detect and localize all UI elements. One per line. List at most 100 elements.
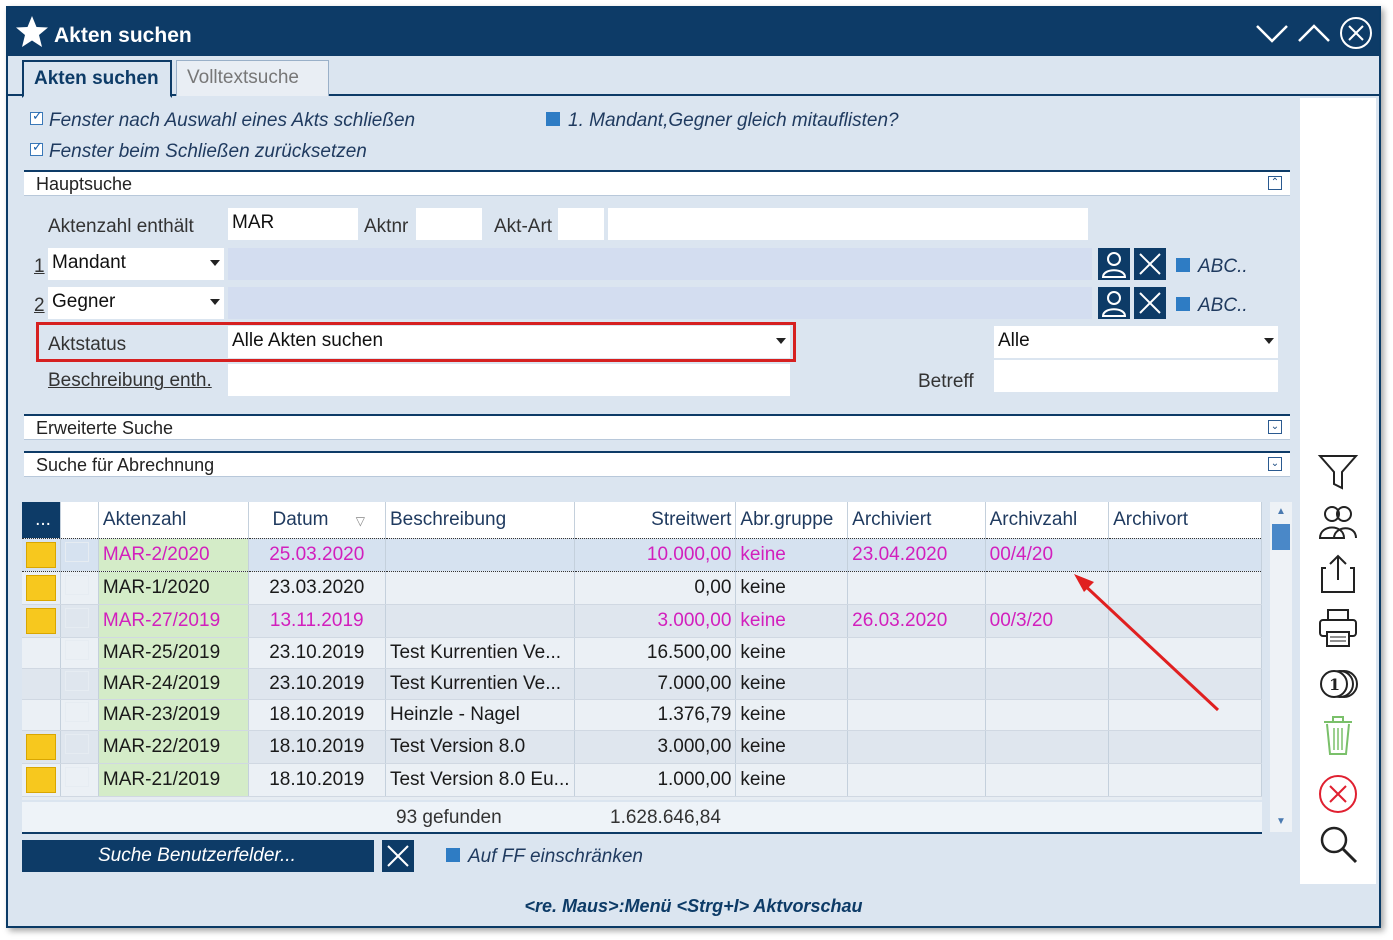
sort-desc-icon: ▽ xyxy=(355,513,365,528)
chevron-down-icon[interactable] xyxy=(1254,16,1290,50)
ff-restrict-option[interactable]: Auf FF einschränken xyxy=(446,846,643,868)
expand-icon[interactable]: ⌄ xyxy=(1268,457,1282,471)
note-cell[interactable] xyxy=(22,763,61,797)
note-icon[interactable] xyxy=(26,733,56,760)
scroll-thumb[interactable] xyxy=(1272,524,1290,550)
note-cell[interactable] xyxy=(22,668,61,700)
clear-icon[interactable] xyxy=(382,840,414,872)
section-title: Hauptsuche xyxy=(36,174,133,194)
tab-volltextsuche[interactable]: Volltextsuche xyxy=(176,60,329,96)
scroll-up-icon[interactable]: ▲ xyxy=(1276,506,1286,517)
checkbox[interactable] xyxy=(546,111,560,126)
note-icon[interactable] xyxy=(26,607,56,634)
aktnr-input[interactable] xyxy=(416,208,482,240)
grid-scrollbar[interactable]: ▲ ▼ xyxy=(1270,502,1292,832)
table-row[interactable]: MAR-27/2019 13.11.2019 3.000,00 keine 26.03.… xyxy=(22,604,1262,638)
party1-role-select[interactable]: Mandant xyxy=(48,248,224,280)
dropdown-arrow-icon[interactable] xyxy=(210,260,220,266)
tab-akten-suchen[interactable]: Akten suchen xyxy=(22,60,172,98)
expand-icon[interactable]: ⌄ xyxy=(1268,420,1282,434)
alle-select[interactable]: Alle xyxy=(994,326,1278,358)
note-cell[interactable] xyxy=(22,604,61,638)
cell-streitwert: 1.000,00 xyxy=(574,763,737,797)
column-header-archivort[interactable]: Archivort xyxy=(1108,502,1262,538)
party1-abc[interactable]: ABC.. xyxy=(1176,256,1248,278)
table-row[interactable]: MAR-1/2020 23.03.2020 0,00 keine xyxy=(22,571,1262,605)
archive-box-icon xyxy=(65,541,89,562)
hauptsuche-header[interactable]: Hauptsuche ⌃ xyxy=(24,170,1290,196)
results-grid: ... Aktenzahl Datum ▽ Beschreibung Strei… xyxy=(22,502,1262,800)
table-row[interactable]: MAR-21/2019 18.10.2019 Test Version 8.0 Eu… xyxy=(22,763,1262,797)
search-icon[interactable] xyxy=(1316,822,1360,866)
print-icon[interactable] xyxy=(1316,606,1360,650)
cell-abr: keine xyxy=(735,637,849,669)
export-icon[interactable] xyxy=(1316,552,1360,596)
cell-archivort xyxy=(1108,763,1262,797)
betreff-input[interactable] xyxy=(994,360,1278,392)
cancel-icon[interactable] xyxy=(1316,772,1360,816)
cell-aktenzahl: MAR-21/2019 xyxy=(98,763,249,797)
clear-icon[interactable] xyxy=(1134,248,1166,280)
trash-icon[interactable] xyxy=(1316,714,1360,758)
reset-on-close-option[interactable]: Fenster beim Schließen zurücksetzen xyxy=(30,139,367,163)
party2-abc[interactable]: ABC.. xyxy=(1176,295,1248,317)
archive-box-icon xyxy=(65,639,89,660)
coins-icon[interactable]: 1 xyxy=(1316,662,1360,706)
column-header-beschreibung[interactable]: Beschreibung xyxy=(385,502,575,538)
note-cell[interactable] xyxy=(22,730,61,764)
note-icon[interactable] xyxy=(26,574,56,601)
grid-menu-button[interactable]: ... xyxy=(22,502,61,538)
note-icon[interactable] xyxy=(26,766,56,793)
user-fields-search-button[interactable]: Suche Benutzerfelder... xyxy=(22,840,374,872)
table-row[interactable]: MAR-25/2019 23.10.2019 Test Kurrentien Ve.… xyxy=(22,637,1262,669)
table-row[interactable]: MAR-24/2019 23.10.2019 Test Kurrentien Ve.… xyxy=(22,668,1262,700)
party2-input[interactable] xyxy=(228,287,1092,319)
note-icon[interactable] xyxy=(26,541,56,568)
dropdown-arrow-icon[interactable] xyxy=(210,299,220,305)
beschreibung-input[interactable] xyxy=(228,364,790,396)
column-header-datum[interactable]: Datum ▽ xyxy=(248,502,386,538)
close-after-select-option[interactable]: Fenster nach Auswahl eines Akts schließe… xyxy=(30,108,415,132)
chevron-up-icon[interactable] xyxy=(1296,16,1332,50)
persons-icon[interactable] xyxy=(1316,500,1360,544)
dropdown-arrow-icon[interactable] xyxy=(1264,338,1274,344)
dropdown-arrow-icon[interactable] xyxy=(776,338,786,344)
person-search-icon[interactable] xyxy=(1098,287,1130,319)
collapse-icon[interactable]: ⌃ xyxy=(1268,176,1282,190)
column-header-streitwert[interactable]: Streitwert xyxy=(574,502,737,538)
erweiterte-suche-header[interactable]: Erweiterte Suche ⌄ xyxy=(24,414,1290,440)
column-header-abrgruppe[interactable]: Abr.gruppe xyxy=(735,502,849,538)
column-header-archivzahl[interactable]: Archivzahl xyxy=(985,502,1110,538)
table-row[interactable]: MAR-22/2019 18.10.2019 Test Version 8.0 3.0… xyxy=(22,730,1262,764)
checkbox[interactable] xyxy=(30,139,43,157)
aktenzahl-input[interactable]: MAR xyxy=(228,208,358,240)
aktstatus-select[interactable]: Alle Akten suchen xyxy=(228,326,790,358)
column-header-aktenzahl[interactable]: Aktenzahl xyxy=(98,502,249,538)
cell-archiviert: 26.03.2020 xyxy=(847,604,986,638)
column-header-archiviert[interactable]: Archiviert xyxy=(847,502,986,538)
party2-role-select[interactable]: Gegner xyxy=(48,287,224,319)
archive-cell xyxy=(60,763,99,797)
scroll-down-icon[interactable]: ▼ xyxy=(1276,816,1286,827)
archive-cell xyxy=(60,668,99,700)
table-row[interactable]: MAR-23/2019 18.10.2019 Heinzle - Nagel 1.37… xyxy=(22,699,1262,731)
checkbox[interactable] xyxy=(446,847,460,862)
aktart-input[interactable] xyxy=(558,208,604,240)
checkbox[interactable] xyxy=(30,108,43,126)
note-cell[interactable] xyxy=(22,637,61,669)
aktnr-label: Aktnr xyxy=(364,216,409,237)
clear-icon[interactable] xyxy=(1134,287,1166,319)
party2-number: 2 xyxy=(34,295,45,316)
filter-icon[interactable] xyxy=(1316,450,1360,494)
cell-archiviert xyxy=(847,637,986,669)
note-cell[interactable] xyxy=(22,537,61,572)
suche-abrechnung-header[interactable]: Suche für Abrechnung ⌄ xyxy=(24,451,1290,477)
party1-input[interactable] xyxy=(228,248,1092,280)
cell-streitwert: 3.000,00 xyxy=(574,730,737,764)
note-cell[interactable] xyxy=(22,571,61,605)
person-search-icon[interactable] xyxy=(1098,248,1130,280)
close-icon[interactable] xyxy=(1338,16,1374,50)
table-row[interactable]: MAR-2/2020 25.03.2020 10.000,00 keine 23.04.… xyxy=(22,537,1262,572)
note-cell[interactable] xyxy=(22,699,61,731)
list-parties-option[interactable]: 1. Mandant,Gegner gleich mitauflisten? xyxy=(546,110,899,132)
